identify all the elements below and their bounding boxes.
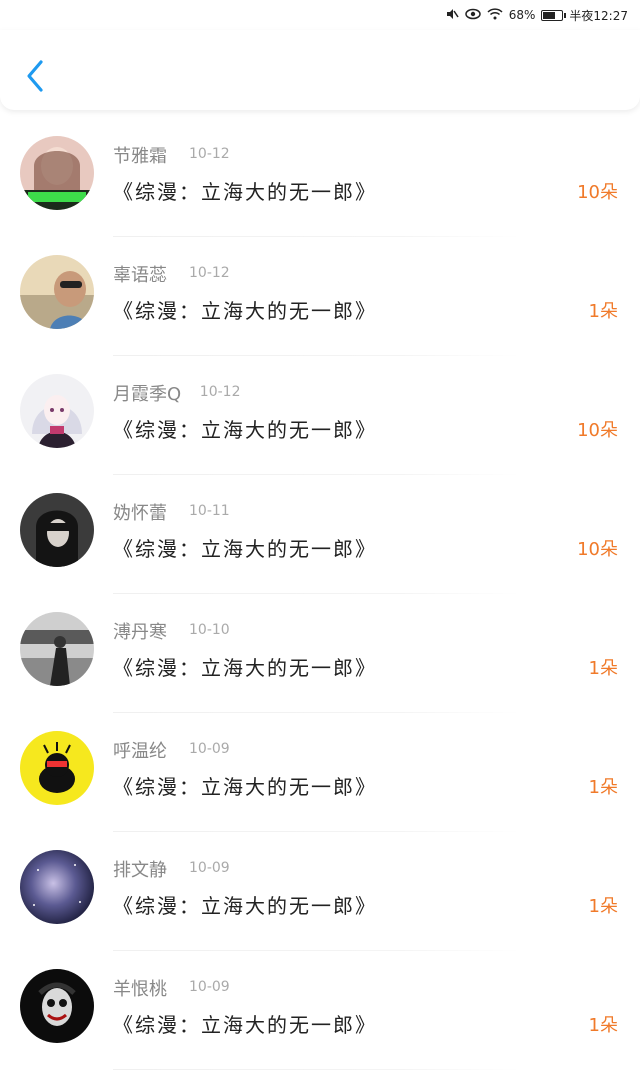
user-name: 羊恨桃 — [113, 979, 167, 1000]
avatar[interactable] — [20, 255, 94, 329]
book-title: 《综漫：立海大的无一郎》 — [113, 537, 377, 561]
list-item[interactable]: 节雅霜 10-12 《综漫：立海大的无一郎》 10朵 — [0, 118, 640, 237]
gift-amount: 1朵 — [588, 1015, 618, 1036]
user-name: 溥丹寒 — [113, 622, 167, 643]
chevron-left-icon — [27, 60, 43, 92]
wifi-icon — [487, 7, 503, 23]
avatar[interactable] — [20, 731, 94, 805]
date: 10-12 — [189, 265, 230, 281]
user-name: 呼温纶 — [113, 741, 167, 762]
list-item[interactable]: 呼温纶 10-09 《综漫：立海大的无一郎》 1朵 — [0, 713, 640, 832]
date: 10-12 — [199, 384, 241, 400]
list-item[interactable]: 排文静 10-09 《综漫：立海大的无一郎》 1朵 — [0, 832, 640, 951]
date: 10-09 — [189, 741, 230, 757]
date: 10-12 — [189, 146, 230, 162]
date: 10-10 — [189, 622, 230, 638]
avatar[interactable] — [20, 612, 94, 686]
list-item[interactable]: 妫怀蕾 10-11 《综漫：立海大的无一郎》 10朵 — [0, 475, 640, 594]
book-title: 《综漫：立海大的无一郎》 — [113, 894, 377, 918]
date: 10-11 — [189, 503, 230, 519]
book-title: 《综漫：立海大的无一郎》 — [113, 299, 377, 323]
status-bar: 68% 半夜12:27 — [0, 0, 640, 30]
avatar[interactable] — [20, 850, 94, 924]
gift-amount: 1朵 — [588, 896, 618, 917]
list-item[interactable]: 羊恨桃 10-09 《综漫：立海大的无一郎》 1朵 — [0, 951, 640, 1070]
gift-amount: 1朵 — [588, 301, 618, 322]
eye-icon — [464, 8, 481, 23]
avatar[interactable] — [20, 136, 94, 210]
user-name: 妫怀蕾 — [113, 503, 167, 524]
mute-icon — [445, 7, 459, 24]
list-item[interactable]: 月霞季Q 10-12 《综漫：立海大的无一郎》 10朵 — [0, 356, 640, 475]
gift-amount: 10朵 — [577, 420, 618, 441]
gift-amount: 10朵 — [577, 182, 618, 203]
user-name: 月霞季Q — [113, 384, 182, 405]
user-name: 排文静 — [113, 860, 167, 881]
user-name: 辜语蕊 — [113, 265, 167, 286]
gift-amount: 1朵 — [588, 658, 618, 679]
header — [0, 30, 640, 110]
gift-amount: 10朵 — [577, 539, 618, 560]
gift-amount: 1朵 — [588, 777, 618, 798]
date: 10-09 — [189, 860, 230, 876]
gift-list: 节雅霜 10-12 《综漫：立海大的无一郎》 10朵 辜语蕊 10-12 《综漫… — [0, 118, 640, 1070]
list-item[interactable]: 辜语蕊 10-12 《综漫：立海大的无一郎》 1朵 — [0, 237, 640, 356]
avatar[interactable] — [20, 493, 94, 567]
book-title: 《综漫：立海大的无一郎》 — [113, 418, 377, 442]
user-name: 节雅霜 — [113, 146, 167, 167]
avatar[interactable] — [20, 969, 94, 1043]
book-title: 《综漫：立海大的无一郎》 — [113, 180, 377, 204]
back-button[interactable] — [18, 56, 52, 96]
battery-icon — [541, 9, 567, 21]
clock: 半夜12:27 — [569, 8, 628, 23]
book-title: 《综漫：立海大的无一郎》 — [113, 775, 377, 799]
list-item[interactable]: 溥丹寒 10-10 《综漫：立海大的无一郎》 1朵 — [0, 594, 640, 713]
book-title: 《综漫：立海大的无一郎》 — [113, 656, 377, 680]
date: 10-09 — [189, 979, 230, 995]
avatar[interactable] — [20, 374, 94, 448]
battery-percent: 68% — [508, 8, 536, 22]
